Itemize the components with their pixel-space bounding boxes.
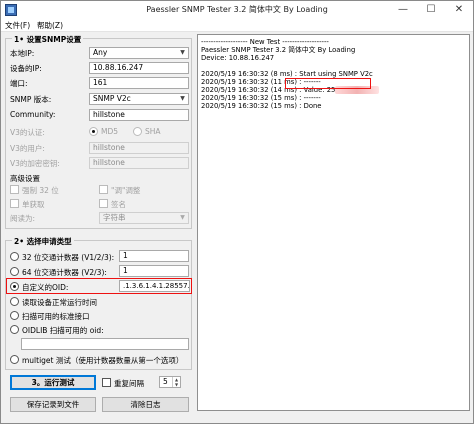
counter64-radio[interactable] <box>10 267 19 276</box>
multiget-label: multiget 测试（使用计数器数量从第一个选项） <box>22 356 184 365</box>
spinner-arrows-icon[interactable]: ▲ ▼ <box>172 377 180 387</box>
single-get-label: 单获取 <box>22 200 45 209</box>
minimize-button[interactable]: — <box>389 1 417 19</box>
port-input[interactable]: 161 <box>89 77 189 89</box>
scan-std-radio[interactable] <box>10 311 19 320</box>
local-ip-select[interactable]: Any ▼ <box>89 47 189 59</box>
v3-user-input[interactable]: hillstone <box>89 142 189 154</box>
log-line: ------------------- New Test -----------… <box>201 38 329 46</box>
signature-label: 签名 <box>111 200 126 209</box>
counter32-input[interactable]: 1 <box>119 250 189 262</box>
oidlib-input[interactable] <box>21 338 189 350</box>
v3-auth-md5-label: MD5 <box>101 127 119 136</box>
v3-password-input[interactable]: hillstone <box>89 157 189 169</box>
v3-auth-sha-label: SHA <box>145 127 161 136</box>
maximize-button[interactable]: ☐ <box>417 1 445 19</box>
debug-checkbox[interactable] <box>99 185 108 194</box>
snmp-settings-legend: 1• 设置SNMP设置 <box>12 34 84 45</box>
highlight-box-oid <box>6 278 192 294</box>
signature-checkbox[interactable] <box>99 199 108 208</box>
scan-std-label: 扫描可用的标准接口 <box>22 312 90 321</box>
request-type-legend: 2• 选择申请类型 <box>12 236 74 247</box>
force32-label: 强制 32 位 <box>22 186 59 195</box>
close-button[interactable]: ✕ <box>445 1 473 19</box>
v3-auth-md5-radio[interactable] <box>89 127 98 136</box>
repeat-label: 重复间隔 <box>114 379 144 388</box>
device-ip-label: 设备的IP: <box>10 64 42 73</box>
oidlib-radio[interactable] <box>10 325 19 334</box>
v3-auth-label: V3的认证: <box>10 128 45 137</box>
log-line: Paessler SNMP Tester 3.2 简体中文 By Loading <box>201 46 356 54</box>
single-get-checkbox[interactable] <box>10 199 19 208</box>
save-log-button[interactable]: 保存记录到文件 <box>10 397 96 412</box>
run-test-button[interactable]: 3。运行测试 <box>10 375 96 390</box>
local-ip-label: 本地IP: <box>10 49 35 58</box>
chevron-down-icon: ▼ <box>180 49 185 56</box>
local-ip-value: Any <box>93 48 108 57</box>
snmp-version-select[interactable]: SNMP V2c ▼ <box>89 93 189 105</box>
v3-user-label: V3的用户: <box>10 144 45 153</box>
menu-help[interactable]: 帮助(Z) <box>37 20 63 31</box>
device-ip-input[interactable]: 10.88.16.247 <box>89 62 189 74</box>
log-line: 2020/5/19 16:30:32 (15 ms) : Done <box>201 102 322 110</box>
title-bar[interactable]: Paessler SNMP Tester 3.2 简体中文 By Loading… <box>1 1 473 19</box>
uptime-label: 读取设备正常运行时间 <box>22 298 97 307</box>
port-label: 端口: <box>10 79 28 88</box>
log-line: Device: 10.88.16.247 <box>201 54 275 62</box>
app-window: Paessler SNMP Tester 3.2 简体中文 By Loading… <box>0 0 474 424</box>
repeat-interval-spinner[interactable]: 5 ▲ ▼ <box>159 376 181 388</box>
repeat-interval-value: 5 <box>163 377 168 386</box>
snmp-version-value: SNMP V2c <box>93 94 131 103</box>
force32-checkbox[interactable] <box>10 185 19 194</box>
counter64-input[interactable]: 1 <box>119 265 189 277</box>
community-input[interactable]: hillstone <box>89 109 189 121</box>
multiget-radio[interactable] <box>10 355 19 364</box>
repeat-checkbox[interactable] <box>102 378 111 387</box>
chevron-down-icon: ▼ <box>180 95 185 102</box>
read-as-label: 阅读为: <box>10 214 36 223</box>
snmp-version-label: SNMP 版本: <box>10 95 52 104</box>
v3-auth-sha-radio[interactable] <box>133 127 142 136</box>
menu-bar: 文件(F) 帮助(Z) <box>1 19 473 32</box>
log-line: 2020/5/19 16:30:32 (8 ms) : Start using … <box>201 70 373 78</box>
oidlib-label: OIDLIB 扫描可用的 oid: <box>22 326 104 335</box>
counter32-radio[interactable] <box>10 252 19 261</box>
read-as-select[interactable]: 字符串 ▼ <box>99 212 189 224</box>
chevron-down-icon: ▼ <box>180 214 185 221</box>
counter32-label: 32 位交通计数器 (V1/2/3): <box>22 253 115 262</box>
uptime-radio[interactable] <box>10 297 19 306</box>
advanced-label: 高级设置 <box>10 174 40 183</box>
log-line: 2020/5/19 16:30:32 (15 ms) : ------- <box>201 94 321 102</box>
log-output[interactable]: ------------------- New Test -----------… <box>197 34 470 411</box>
clear-log-button[interactable]: 清除日志 <box>102 397 189 412</box>
read-as-value: 字符串 <box>103 213 126 222</box>
v3-password-label: V3的加密密钥: <box>10 159 60 168</box>
community-label: Community: <box>10 110 56 119</box>
counter64-label: 64 位交通计数器 (V2/3): <box>22 268 107 277</box>
highlight-box-value <box>285 78 371 89</box>
menu-file[interactable]: 文件(F) <box>5 20 30 31</box>
debug-label: "调"调整 <box>111 186 141 195</box>
